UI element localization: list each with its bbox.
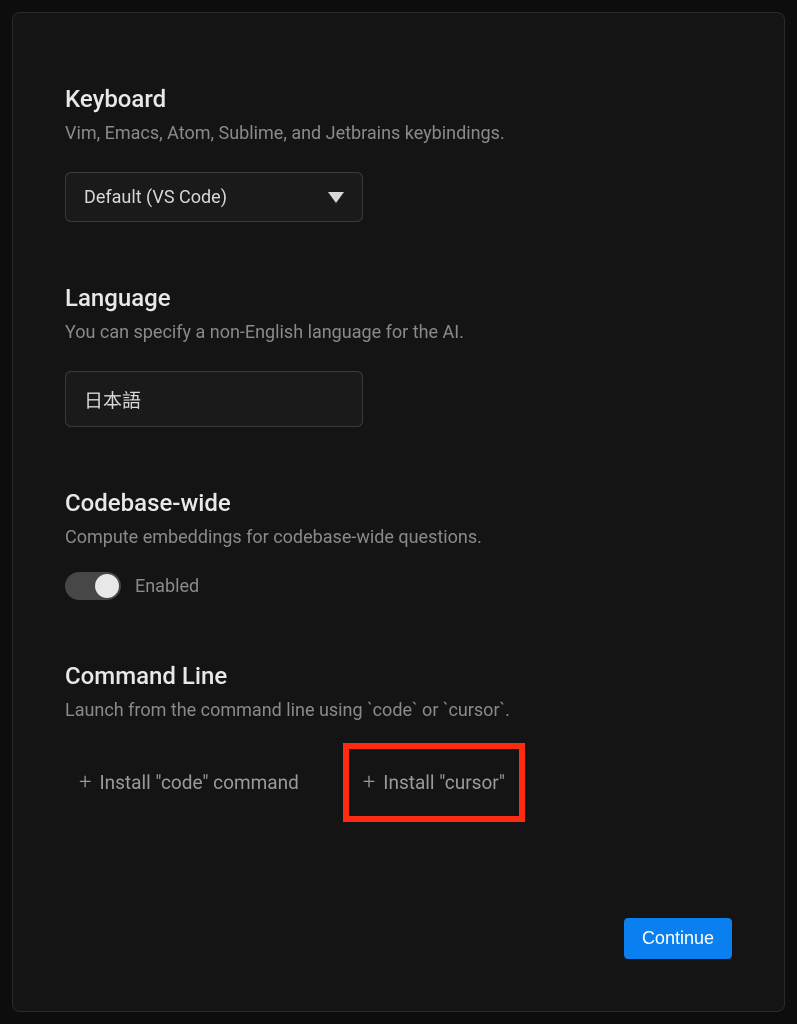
keyboard-desc: Vim, Emacs, Atom, Sublime, and Jetbrains… (65, 123, 732, 144)
continue-button[interactable]: Continue (624, 918, 732, 959)
command-line-section: Command Line Launch from the command lin… (65, 662, 732, 822)
chevron-down-icon (328, 192, 344, 203)
language-title: Language (65, 284, 732, 312)
install-cursor-button[interactable]: + Install "cursor" (343, 743, 525, 822)
language-desc: You can specify a non-English language f… (65, 322, 732, 343)
plus-icon: + (79, 772, 91, 794)
install-cursor-label: Install "cursor" (383, 771, 505, 794)
codebase-toggle-label: Enabled (135, 576, 199, 597)
language-input-value: 日本語 (84, 386, 141, 413)
toggle-knob (95, 574, 119, 598)
keyboard-select-value: Default (VS Code) (84, 187, 227, 208)
command-line-desc: Launch from the command line using `code… (65, 700, 732, 721)
plus-icon: + (363, 772, 375, 794)
keyboard-section: Keyboard Vim, Emacs, Atom, Sublime, and … (65, 85, 732, 222)
install-code-label: Install "code" command (99, 771, 298, 794)
language-input[interactable]: 日本語 (65, 371, 363, 427)
codebase-toggle-row: Enabled (65, 572, 732, 600)
language-section: Language You can specify a non-English l… (65, 284, 732, 427)
command-line-title: Command Line (65, 662, 732, 690)
codebase-section: Codebase-wide Compute embeddings for cod… (65, 489, 732, 600)
codebase-desc: Compute embeddings for codebase-wide que… (65, 527, 732, 548)
keyboard-select[interactable]: Default (VS Code) (65, 172, 363, 222)
cli-buttons-row: + Install "code" command + Install "curs… (65, 743, 732, 822)
settings-panel: Keyboard Vim, Emacs, Atom, Sublime, and … (12, 12, 785, 1012)
codebase-toggle[interactable] (65, 572, 121, 600)
install-code-button[interactable]: + Install "code" command (65, 763, 313, 802)
footer: Continue (65, 918, 732, 959)
keyboard-title: Keyboard (65, 85, 732, 113)
codebase-title: Codebase-wide (65, 489, 732, 517)
